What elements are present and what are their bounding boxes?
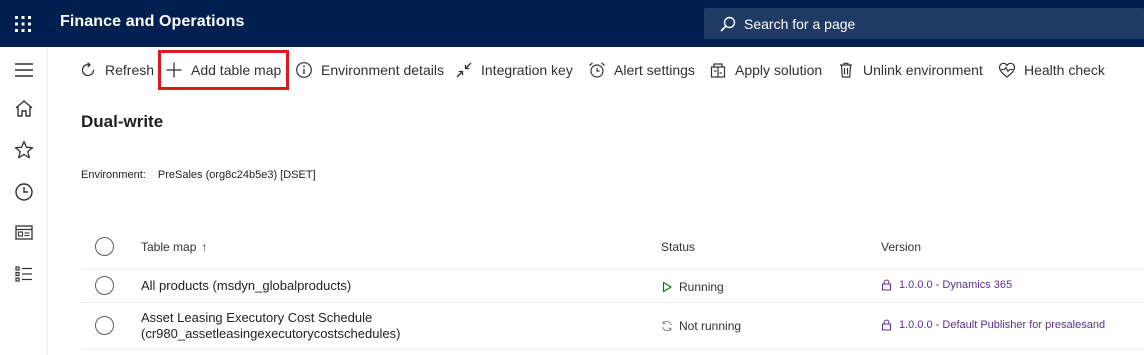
row-status: Not running [661,319,741,333]
row-version-label: 1.0.0.0 - Dynamics 365 [899,279,1013,291]
trash-icon [837,61,855,79]
row-status-label: Not running [679,319,742,333]
row-status-label: Running [679,280,724,294]
header-status[interactable]: Status [661,240,695,254]
alarm-clock-icon [588,61,606,79]
apply-solution-label: Apply solution [735,62,823,78]
integration-key-button[interactable]: Integration key [455,60,573,80]
row-table-map[interactable]: Asset Leasing Executory Cost Schedule (c… [141,310,400,342]
header-version[interactable]: Version [881,240,921,254]
row-version-label: 1.0.0.0 - Default Publisher for presales… [899,319,1106,331]
app-title[interactable]: Finance and Operations [60,13,244,31]
table-row[interactable]: Asset Leasing Executory Cost Schedule (c… [81,303,1144,349]
environment-line: Environment: PreSales (org8c24b5e3) [DSE… [81,169,316,181]
hamburger-menu-icon[interactable] [13,59,35,81]
collapse-arrows-icon [455,61,473,79]
apply-solution-button[interactable]: Apply solution [709,60,822,80]
grid-header: Table map ↑ Status Version [81,228,1144,269]
favorites-star-icon[interactable] [13,139,35,161]
integration-key-label: Integration key [481,62,573,78]
row-select-radio[interactable] [95,276,114,295]
refresh-label: Refresh [105,62,155,78]
environment-label: Environment: [81,169,146,181]
unlink-environment-button[interactable]: Unlink environment [837,60,983,80]
package-icon [709,61,727,79]
row-table-map-line1: Asset Leasing Executory Cost Schedule [141,310,373,325]
table-row[interactable]: All products (msdyn_globalproducts) Runn… [81,269,1144,303]
health-check-button[interactable]: Health check [998,60,1105,80]
header-table-map[interactable]: Table map ↑ [141,240,207,254]
top-bar: Finance and Operations Search for a page [0,0,1144,47]
recent-clock-icon[interactable] [13,181,35,203]
play-icon [661,281,673,293]
row-version-link[interactable]: 1.0.0.0 - Default Publisher for presales… [881,319,1105,331]
search-placeholder: Search for a page [744,16,856,32]
home-icon[interactable] [13,98,35,120]
info-icon [295,61,313,79]
lock-icon [881,319,892,331]
row-select-radio[interactable] [95,316,114,335]
lock-icon [881,279,892,291]
refresh-button[interactable]: Refresh [79,60,154,80]
sort-ascending-icon: ↑ [201,240,208,254]
alert-settings-button[interactable]: Alert settings [588,60,695,80]
table-map-grid: Table map ↑ Status Version All products (… [81,228,1144,349]
page-title: Dual-write [81,112,164,131]
refresh-icon [79,61,97,79]
sync-icon [661,320,673,332]
unlink-environment-label: Unlink environment [863,62,983,78]
environment-details-button[interactable]: Environment details [295,60,444,80]
row-status: Running [661,280,724,294]
app-launcher-icon[interactable] [14,15,32,33]
highlight-box [158,50,289,90]
alert-settings-label: Alert settings [614,62,695,78]
heart-pulse-icon [998,61,1016,79]
health-check-label: Health check [1024,62,1105,78]
environment-details-label: Environment details [321,62,444,78]
header-table-map-label: Table map [141,240,197,254]
select-all-radio[interactable] [95,237,114,256]
modules-list-icon[interactable] [13,263,35,285]
row-version-link[interactable]: 1.0.0.0 - Dynamics 365 [881,279,1012,291]
search-icon [720,16,736,32]
row-table-map-line2: (cr980_assetleasingexecutorycostschedule… [141,326,401,341]
workspaces-icon[interactable] [13,222,35,244]
environment-value: PreSales (org8c24b5e3) [DSET] [157,169,316,181]
search-box[interactable]: Search for a page [704,8,1144,39]
left-navigation [0,47,48,355]
row-table-map[interactable]: All products (msdyn_globalproducts) [141,278,351,293]
